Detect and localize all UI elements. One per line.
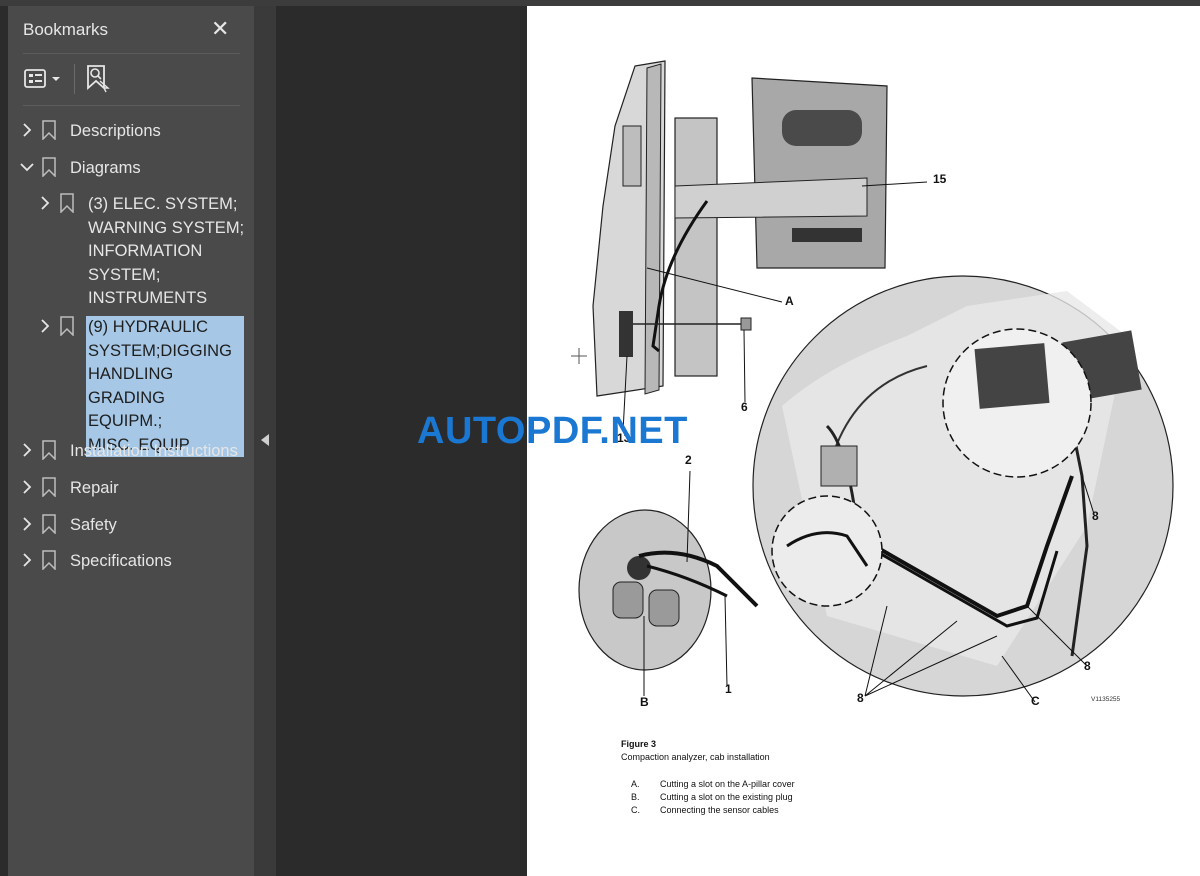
legend-text: Cutting a slot on the A-pillar cover [660, 779, 795, 789]
bookmark-icon [42, 477, 60, 498]
bookmark-label: Descriptions [70, 122, 161, 140]
chevron-right-icon[interactable] [36, 193, 54, 213]
find-bookmark-button[interactable] [84, 64, 112, 94]
callout-8: 8 [857, 691, 864, 705]
bookmark-icon [42, 120, 60, 141]
chevron-right-icon[interactable] [36, 316, 54, 336]
bookmark-icon [42, 440, 60, 461]
bookmark-descriptions[interactable]: Descriptions [18, 120, 161, 144]
bookmark-elec-system[interactable]: (3) ELEC. SYSTEM; WARNING SYSTEM; INFORM… [36, 193, 244, 311]
bookmarks-panel: Bookmarks ✕ Descriptions Diagrams (3) EL… [8, 6, 254, 876]
legend-text: Cutting a slot on the existing plug [660, 792, 793, 802]
callout-15: 15 [933, 172, 947, 186]
bookmark-repair[interactable]: Repair [18, 477, 119, 501]
bookmark-label: Repair [70, 479, 119, 497]
list-options-icon [24, 69, 60, 88]
bookmark-label: Specifications [70, 552, 172, 570]
divider [23, 105, 240, 106]
callout-A: A [785, 294, 794, 308]
chevron-right-icon[interactable] [18, 477, 36, 497]
image-id: V1135255 [1091, 696, 1121, 703]
bookmark-icon [60, 316, 78, 337]
find-bookmark-icon [87, 65, 110, 93]
callout-6: 6 [741, 400, 748, 414]
legend-key: C. [631, 805, 640, 815]
bookmark-icon [42, 157, 60, 178]
bookmark-label: Installation Instructions [70, 442, 238, 460]
callout-1: 1 [725, 682, 732, 696]
callout-B: B [640, 695, 649, 709]
chevron-down-icon[interactable] [18, 157, 36, 177]
bookmark-hydraulic-system[interactable]: (9) HYDRAULIC SYSTEM;DIGGING HANDLING GR… [36, 316, 244, 457]
divider [23, 53, 240, 54]
bookmarks-title: Bookmarks [23, 20, 109, 39]
bookmark-icon [42, 550, 60, 571]
bookmark-safety[interactable]: Safety [18, 514, 117, 538]
legend-text: Connecting the sensor cables [660, 805, 779, 815]
bookmark-icon [42, 514, 60, 535]
callout-8: 8 [1092, 509, 1099, 523]
watermark-text: AUTOPDF.NET [417, 410, 688, 452]
collapse-panel-icon[interactable] [261, 434, 269, 446]
legend-key: B. [631, 792, 640, 802]
options-menu-button[interactable] [23, 66, 67, 92]
bookmark-label-selected: (9) HYDRAULIC SYSTEM;DIGGING HANDLING GR… [86, 316, 244, 457]
chevron-right-icon[interactable] [18, 514, 36, 534]
bookmark-installation-instructions[interactable]: Installation Instructions [18, 440, 238, 464]
bookmark-specifications[interactable]: Specifications [18, 550, 172, 574]
callout-C: C [1031, 694, 1040, 708]
chevron-right-icon[interactable] [18, 550, 36, 570]
chevron-right-icon[interactable] [18, 440, 36, 460]
toolbar-separator [74, 64, 75, 94]
bookmark-label: (3) ELEC. SYSTEM; WARNING SYSTEM; INFORM… [88, 195, 245, 307]
bookmark-diagrams[interactable]: Diagrams [18, 157, 141, 181]
bookmark-label: Safety [70, 516, 117, 534]
callout-8: 8 [1084, 659, 1091, 673]
close-icon[interactable]: ✕ [211, 16, 229, 42]
legend-key: A. [631, 779, 640, 789]
chevron-right-icon[interactable] [18, 120, 36, 140]
bookmark-label: Diagrams [70, 159, 141, 177]
figure-title: Compaction analyzer, cab installation [621, 752, 770, 762]
figure-label: Figure 3 [621, 739, 657, 749]
bookmark-icon [60, 193, 78, 214]
callout-2: 2 [685, 453, 692, 467]
